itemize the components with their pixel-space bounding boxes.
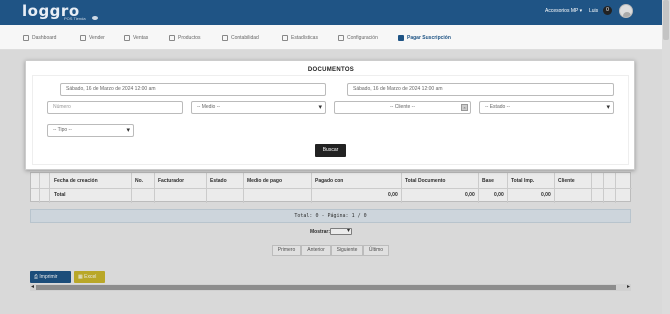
eye-icon[interactable] xyxy=(92,16,98,20)
nav-label: Vender xyxy=(89,35,105,41)
nav-pagar-suscripcion[interactable]: Pagar Suscripción xyxy=(398,34,451,42)
card-icon xyxy=(398,35,404,41)
nav-label: Pagar Suscripción xyxy=(407,35,451,41)
date-to-input[interactable]: Sábado, 16 de Marzo de 2024 12:00 am xyxy=(347,83,614,96)
medio-select[interactable]: -- Medio -- xyxy=(191,101,326,114)
nav-dashboard[interactable]: Dashboard xyxy=(23,34,56,42)
nav-label: Productos xyxy=(178,35,201,41)
coin-icon xyxy=(124,35,130,41)
nav-label: Ventas xyxy=(133,35,149,41)
logo-subtitle: POS Tienda xyxy=(64,16,86,21)
gear-icon xyxy=(338,35,344,41)
cliente-select[interactable]: -- Cliente -- × xyxy=(334,101,471,114)
nav-label: Configuración xyxy=(347,35,378,41)
main-nav: Dashboard Vender Ventas Productos Contab… xyxy=(0,25,662,50)
panel-title: DOCUMENTOS xyxy=(307,67,355,73)
search-button[interactable]: Buscar xyxy=(315,144,346,157)
box-icon xyxy=(169,35,175,41)
nav-productos[interactable]: Productos xyxy=(169,34,201,42)
nav-ventas[interactable]: Ventas xyxy=(124,34,148,42)
account-menu[interactable]: Accesorios MP ▾ xyxy=(545,8,582,14)
tipo-select[interactable]: -- Tipo -- xyxy=(47,124,134,137)
chart-icon xyxy=(282,35,288,41)
nav-label: Contabilidad xyxy=(231,35,259,41)
account-name: Accesorios MP xyxy=(545,8,579,14)
estado-select[interactable]: -- Estado -- xyxy=(479,101,614,114)
notifications-badge[interactable]: 0 xyxy=(603,6,612,15)
cliente-clear-icon[interactable]: × xyxy=(461,104,468,111)
nav-contabilidad[interactable]: Contabilidad xyxy=(222,34,259,42)
nav-label: Dashboard xyxy=(32,35,57,41)
numero-input[interactable]: Número xyxy=(47,101,183,114)
avatar[interactable] xyxy=(619,4,633,18)
date-from-input[interactable]: Sábado, 16 de Marzo de 2024 12:00 am xyxy=(60,83,326,96)
ledger-icon xyxy=(222,35,228,41)
top-bar: loggro POS Tienda Accesorios MP ▾ Luis 0 xyxy=(0,0,662,25)
nav-estadisticas[interactable]: Estadísticas xyxy=(282,34,318,42)
nav-configuracion[interactable]: Configuración xyxy=(338,34,378,42)
cliente-value: -- Cliente -- xyxy=(389,104,415,110)
cart-icon xyxy=(80,35,86,41)
nav-vender[interactable]: Vender xyxy=(80,34,105,42)
dashboard-icon xyxy=(23,35,29,41)
user-name[interactable]: Luis xyxy=(589,8,598,14)
nav-label: Estadísticas xyxy=(291,35,318,41)
page-scrollbar[interactable] xyxy=(662,0,670,314)
scroll-thumb[interactable] xyxy=(663,0,669,40)
